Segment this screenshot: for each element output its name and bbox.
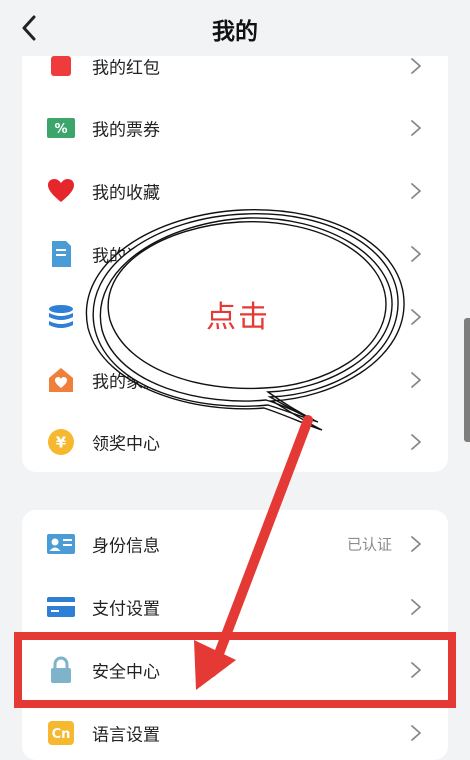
chevron-right-icon bbox=[411, 535, 421, 552]
menu-item-label: 我的红包 bbox=[92, 58, 160, 78]
menu-card-personal: 我的红包 % 我的票券 我的收藏 我的订单 我的资产 我的家庭 ¥ 领奖中心 bbox=[22, 38, 448, 472]
chevron-right-icon bbox=[411, 182, 421, 199]
credit-card-icon bbox=[46, 592, 76, 622]
menu-item-label: 安全中心 bbox=[92, 662, 160, 682]
chevron-right-icon bbox=[411, 724, 421, 741]
svg-text:¥: ¥ bbox=[56, 433, 67, 451]
svg-text:Cn: Cn bbox=[52, 727, 71, 742]
coin-stack-icon bbox=[46, 302, 76, 332]
menu-item-label: 我的资产 bbox=[92, 309, 160, 329]
yuan-coin-icon: ¥ bbox=[46, 427, 76, 457]
menu-item-favorites[interactable]: 我的收藏 bbox=[22, 159, 448, 222]
bubble-text-click: 点击 bbox=[206, 300, 270, 335]
menu-item-orders[interactable]: 我的订单 bbox=[22, 222, 448, 285]
ticket-icon: % bbox=[46, 113, 76, 143]
heart-icon bbox=[46, 176, 76, 206]
chevron-right-icon bbox=[411, 661, 421, 678]
chevron-right-icon bbox=[411, 119, 421, 136]
chevron-right-icon bbox=[411, 371, 421, 388]
menu-item-label: 身份信息 bbox=[92, 536, 160, 556]
language-icon: Cn bbox=[46, 718, 76, 748]
menu-card-settings: 身份信息 已认证 支付设置 安全中心 Cn 语言设置 bbox=[22, 510, 448, 760]
menu-item-security-center[interactable]: 安全中心 bbox=[22, 638, 448, 701]
menu-item-label: 支付设置 bbox=[92, 599, 160, 619]
menu-item-label: 我的收藏 bbox=[92, 183, 160, 203]
menu-item-label: 我的家庭 bbox=[92, 372, 160, 392]
menu-item-rewards[interactable]: ¥ 领奖中心 bbox=[22, 410, 448, 472]
verified-status: 已认证 bbox=[346, 535, 392, 553]
chevron-right-icon bbox=[411, 57, 421, 74]
chevron-right-icon bbox=[411, 245, 421, 262]
id-card-icon bbox=[46, 529, 76, 559]
home-heart-icon bbox=[46, 365, 76, 395]
lock-icon bbox=[46, 655, 76, 685]
page-title: 我的 bbox=[212, 19, 258, 45]
chevron-right-icon bbox=[411, 598, 421, 615]
menu-item-label: 我的票券 bbox=[92, 120, 160, 140]
menu-item-label: 领奖中心 bbox=[92, 434, 160, 454]
menu-item-family[interactable]: 我的家庭 bbox=[22, 348, 448, 411]
svg-text:%: % bbox=[54, 122, 67, 137]
menu-item-label: 我的订单 bbox=[92, 246, 160, 266]
scrollbar-handle[interactable] bbox=[464, 318, 470, 442]
chevron-right-icon bbox=[411, 433, 421, 450]
menu-item-payment-settings[interactable]: 支付设置 bbox=[22, 575, 448, 638]
menu-item-language-settings[interactable]: Cn 语言设置 bbox=[22, 701, 448, 760]
header-bar: 我的 bbox=[0, 0, 470, 56]
menu-item-tickets[interactable]: % 我的票券 bbox=[22, 96, 448, 159]
menu-item-identity[interactable]: 身份信息 已认证 bbox=[22, 512, 448, 575]
document-icon bbox=[46, 239, 76, 269]
chevron-right-icon bbox=[411, 308, 421, 325]
menu-item-label: 语言设置 bbox=[92, 725, 160, 745]
